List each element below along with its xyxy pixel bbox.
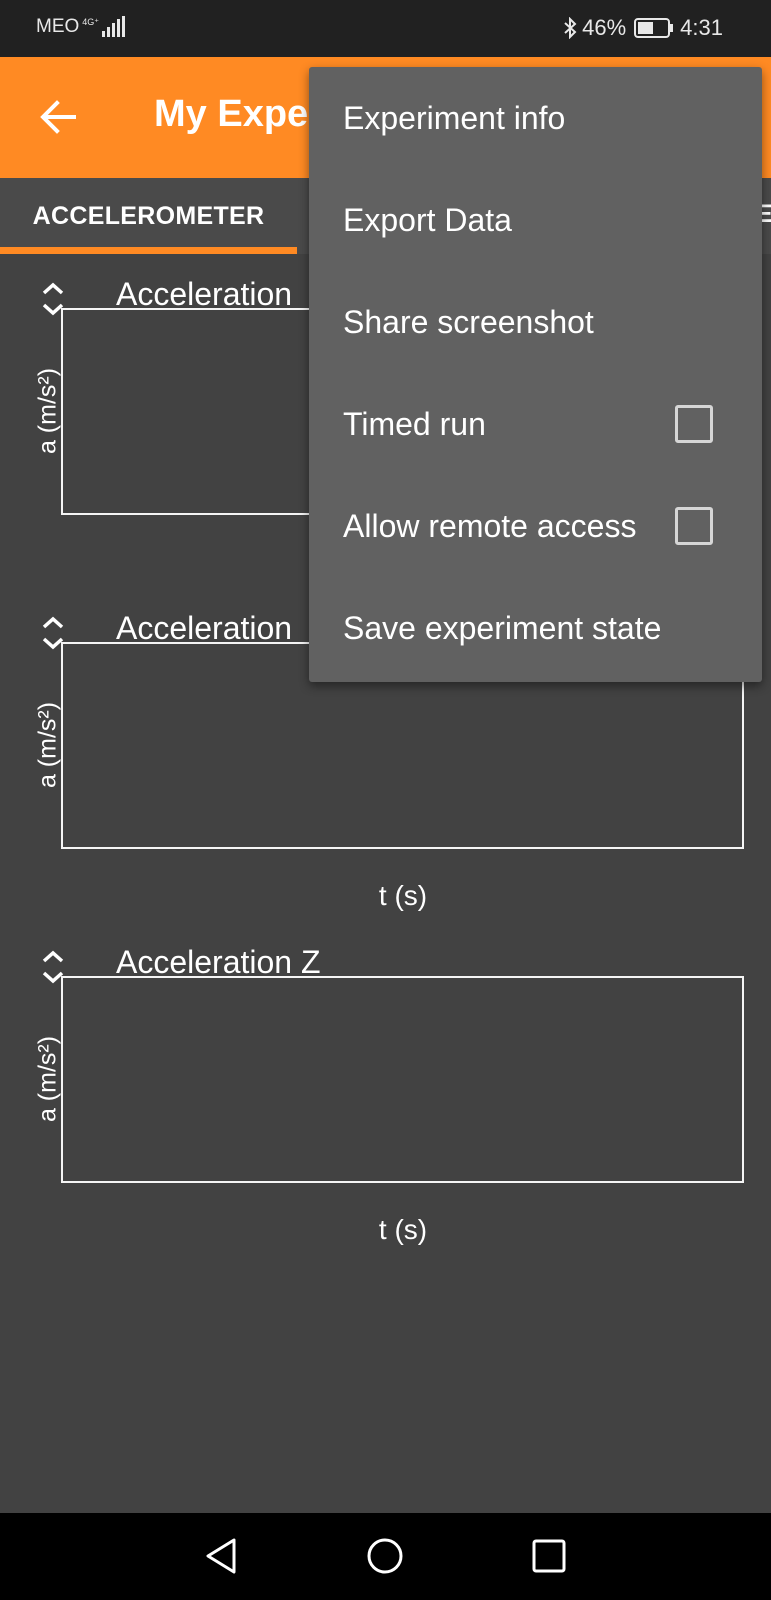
menu-item-label: Timed run	[343, 405, 486, 442]
battery-percent: 46%	[582, 15, 627, 40]
network-type-label: 4G⁺	[82, 16, 100, 27]
menu-item-label: Allow remote access	[343, 507, 637, 544]
menu-item-export-data[interactable]: Export Data	[309, 169, 762, 271]
tab-selected-indicator	[0, 247, 297, 254]
phyphox-screen: MEO 4G⁺ 46% 4:31 My Expe ACCELEROMETER E…	[0, 0, 771, 1600]
experiment-title: My Expe	[154, 93, 309, 135]
remote-access-checkbox[interactable]	[675, 507, 713, 545]
menu-item-label: Save experiment state	[343, 609, 662, 646]
status-left: MEO 4G⁺	[36, 16, 126, 38]
plot-area[interactable]	[61, 976, 744, 1183]
timed-run-checkbox[interactable]	[675, 405, 713, 443]
arrow-left-icon[interactable]	[38, 97, 78, 137]
system-navigation-bar	[0, 1513, 771, 1600]
home-circle-icon[interactable]	[361, 1532, 409, 1580]
overflow-menu: Experiment info Export Data Share screen…	[309, 67, 762, 682]
menu-item-label: Export Data	[343, 201, 512, 238]
x-axis-label: t (s)	[378, 1214, 428, 1245]
status-bar: MEO 4G⁺ 46% 4:31	[0, 0, 771, 57]
y-axis-label: a (m/s²)	[33, 1035, 62, 1123]
menu-item-label: Share screenshot	[343, 303, 594, 340]
signal-icon	[102, 16, 126, 37]
bluetooth-icon	[564, 17, 577, 39]
x-axis-label: t (s)	[378, 880, 428, 911]
menu-item-allow-remote-access[interactable]: Allow remote access	[309, 475, 762, 577]
carrier-label: MEO	[36, 16, 80, 37]
menu-item-experiment-info[interactable]: Experiment info	[309, 67, 762, 169]
graph-acceleration-z: Acceleration Z a (m/s²) t (s)	[0, 944, 771, 1248]
back-triangle-icon[interactable]	[198, 1532, 246, 1580]
menu-item-timed-run[interactable]: Timed run	[309, 373, 762, 475]
menu-item-label: Experiment info	[343, 99, 566, 136]
menu-item-share-screenshot[interactable]: Share screenshot	[309, 271, 762, 373]
status-right: 46% 4:31	[562, 15, 723, 41]
clock: 4:31	[680, 15, 723, 40]
recents-square-icon[interactable]	[525, 1532, 573, 1580]
y-axis-label: a (m/s²)	[33, 701, 62, 789]
y-axis-label: a (m/s²)	[33, 367, 62, 455]
tab-accelerometer[interactable]: ACCELEROMETER	[0, 178, 297, 254]
menu-item-save-experiment-state[interactable]: Save experiment state	[309, 577, 762, 679]
battery-icon	[634, 18, 674, 38]
